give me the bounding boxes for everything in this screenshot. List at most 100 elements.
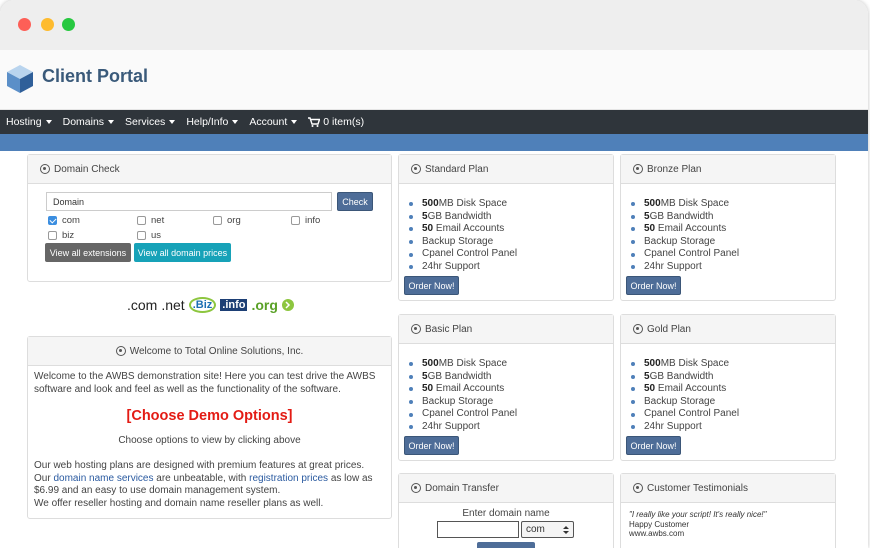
close-window-button[interactable]: [18, 18, 31, 31]
ext-label: us: [151, 230, 162, 241]
checkbox-icon: [137, 231, 146, 240]
text: Backup Storage: [422, 395, 494, 407]
maximize-window-button[interactable]: [62, 18, 75, 31]
feature-backup: Backup Storage: [631, 396, 835, 409]
feature-list: 500 MB Disk Space 5 GB Bandwidth 50 Email …: [621, 184, 835, 274]
panel-header: Customer Testimonials: [621, 474, 835, 503]
welcome-p3: We offer reseller hosting and domain nam…: [34, 497, 324, 509]
feature-support: 24hr Support: [631, 261, 835, 274]
select-arrows-icon: [563, 525, 569, 534]
domain-services-link[interactable]: domain name services: [53, 473, 153, 484]
ext-net-checkbox[interactable]: net: [137, 215, 164, 226]
ext-label: net: [151, 215, 165, 226]
cart-icon: [308, 117, 321, 127]
ext-biz-checkbox[interactable]: biz: [48, 230, 74, 241]
nav-services[interactable]: Services: [125, 116, 176, 128]
view-extensions-button[interactable]: View all extensions: [45, 243, 131, 262]
feature-email: 50 Email Accounts: [409, 383, 613, 396]
feature-email: 50 Email Accounts: [409, 223, 613, 236]
ext-label: info: [305, 215, 321, 226]
value: 500: [644, 198, 661, 209]
panel-header: Basic Plan: [399, 315, 613, 344]
main-nav: Hosting Domains Services Help/Info Accou…: [0, 110, 868, 134]
cube-logo-icon: [7, 65, 33, 93]
feature-disk: 500 MB Disk Space: [409, 198, 613, 211]
feature-bandwidth: 5 GB Bandwidth: [409, 211, 613, 224]
caret-down-icon: [108, 120, 115, 124]
domain-input[interactable]: Domain: [46, 192, 332, 211]
welcome-body: Welcome to the AWBS demonstration site! …: [28, 366, 391, 515]
panel-title: Customer Testimonials: [647, 482, 748, 494]
text: GB Bandwidth: [649, 370, 714, 382]
caret-down-icon: [169, 120, 176, 124]
nav-domains[interactable]: Domains: [62, 116, 115, 128]
text: Our: [34, 472, 54, 484]
checkbox-icon: [291, 216, 300, 225]
tld-selected: com: [526, 524, 545, 535]
view-prices-button[interactable]: View all domain prices: [134, 243, 231, 262]
accent-bar: [0, 134, 868, 151]
transfer-submit-button[interactable]: [477, 542, 535, 548]
tld-com-logo: .com: [127, 297, 158, 313]
tld-logos: .com .net .Biz .info .org: [127, 297, 294, 313]
nav-account[interactable]: Account: [249, 116, 298, 128]
nav-label: Domains: [62, 116, 105, 128]
feature-email: 50 Email Accounts: [631, 383, 835, 396]
panel-header: Standard Plan: [399, 155, 613, 184]
demo-options-link[interactable]: [Choose Demo Options]: [34, 409, 385, 423]
order-now-button[interactable]: Order Now!: [626, 436, 681, 455]
text: 24hr Support: [644, 420, 702, 432]
text: Email Accounts: [433, 383, 505, 395]
check-button[interactable]: Check: [337, 192, 373, 211]
order-now-button[interactable]: Order Now!: [404, 276, 459, 295]
panel-header: Gold Plan: [621, 315, 835, 344]
brand-title[interactable]: Client Portal: [42, 66, 148, 87]
order-now-button[interactable]: Order Now!: [626, 276, 681, 295]
ext-label: biz: [62, 230, 75, 241]
circle-icon: [115, 346, 126, 356]
circle-icon: [40, 164, 50, 174]
nav-hosting[interactable]: Hosting: [6, 116, 52, 128]
text: GB Bandwidth: [427, 370, 492, 382]
tld-select[interactable]: com: [521, 521, 574, 538]
text: Backup Storage: [422, 235, 494, 247]
text: Cpanel Control Panel: [644, 408, 740, 420]
nav-cart[interactable]: 0 item(s): [308, 116, 364, 128]
ext-com-checkbox[interactable]: com: [48, 215, 80, 226]
feature-email: 50 Email Accounts: [631, 223, 835, 236]
text: Backup Storage: [644, 235, 716, 247]
welcome-p1: Our web hosting plans are designed with …: [34, 460, 365, 471]
feature-list: 500 MB Disk Space 5 GB Bandwidth 50 Email …: [621, 344, 835, 434]
plan-card: Standard Plan 500 MB Disk Space 5 GB Bandw…: [398, 154, 614, 301]
text: Cpanel Control Panel: [422, 408, 518, 420]
circle-icon: [411, 483, 421, 493]
nav-help-info[interactable]: Help/Info: [186, 116, 239, 128]
panel-header: Welcome to Total Online Solutions, Inc.: [28, 337, 391, 366]
feature-disk: 500 MB Disk Space: [631, 198, 835, 211]
minimize-window-button[interactable]: [41, 18, 54, 31]
caret-down-icon: [232, 120, 239, 124]
circle-icon: [411, 164, 421, 174]
order-now-button[interactable]: Order Now!: [404, 436, 459, 455]
value: 50: [644, 383, 656, 395]
ext-us-checkbox[interactable]: us: [137, 230, 161, 241]
panel-title: Domain Check: [54, 163, 120, 175]
ext-org-checkbox[interactable]: org: [213, 215, 241, 226]
tld-info-logo: .info: [220, 299, 248, 311]
caret-down-icon: [45, 120, 52, 124]
feature-cpanel: Cpanel Control Panel: [409, 248, 613, 261]
ext-info-checkbox[interactable]: info: [291, 215, 320, 226]
ext-label: org: [227, 215, 241, 226]
text: MB Disk Space: [660, 358, 730, 369]
feature-cpanel: Cpanel Control Panel: [631, 408, 835, 421]
plan-card: Bronze Plan 500 MB Disk Space 5 GB Bandwid…: [620, 154, 836, 301]
feature-bandwidth: 5 GB Bandwidth: [631, 211, 835, 224]
plan-title: Bronze Plan: [647, 163, 702, 175]
transfer-domain-input[interactable]: [437, 521, 519, 538]
registration-prices-link[interactable]: registration prices: [249, 473, 328, 484]
domain-check-panel: Domain Check Domain Check com net org in…: [27, 154, 392, 282]
plan-card: Basic Plan 500 MB Disk Space 5 GB Bandwidt…: [398, 314, 614, 461]
welcome-p2: Our domain name services are unbeatable,…: [34, 473, 385, 498]
checkbox-checked-icon: [48, 216, 57, 225]
feature-cpanel: Cpanel Control Panel: [631, 248, 835, 261]
